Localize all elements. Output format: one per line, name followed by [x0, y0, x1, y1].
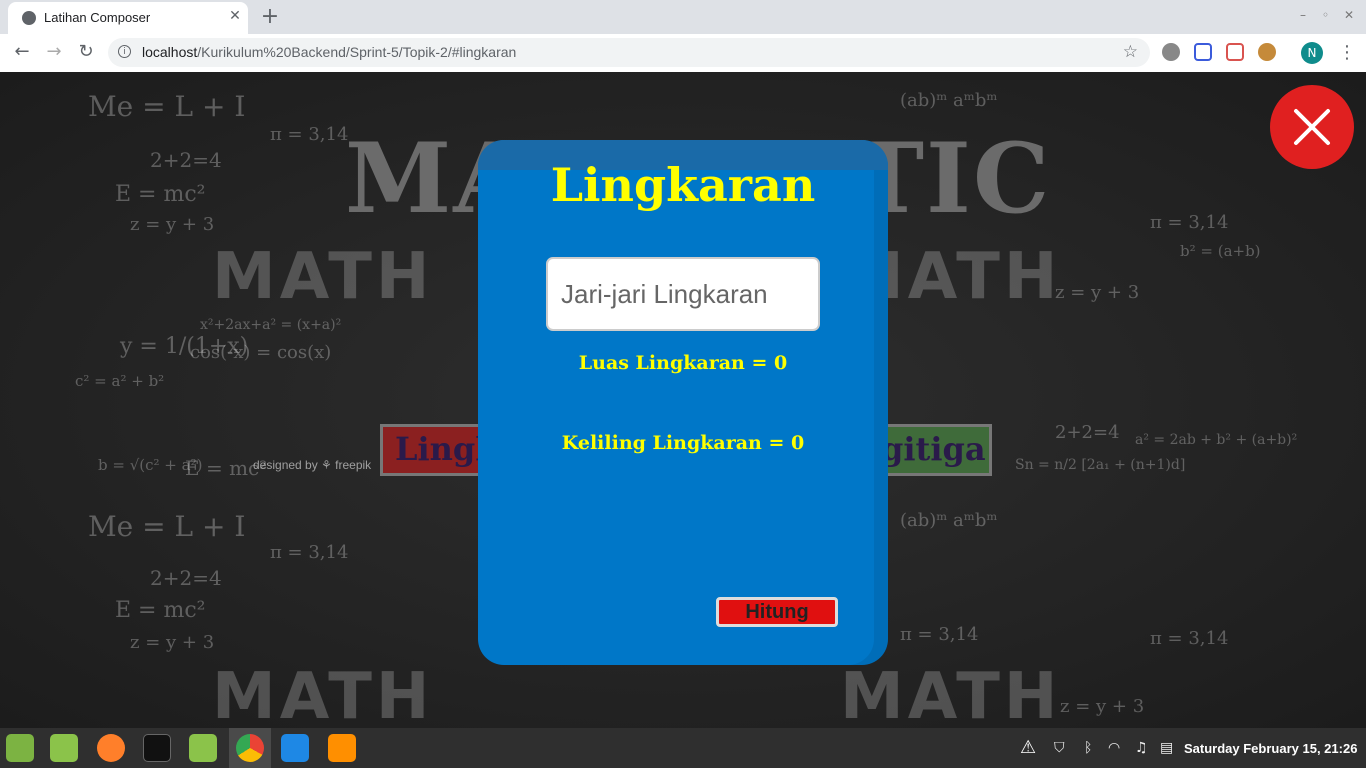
shield-icon[interactable]: ⛉	[1054, 740, 1065, 756]
modal-title: Lingkaran	[550, 158, 816, 212]
chalk-decoration: b² = (a+b)	[1180, 242, 1261, 260]
segitiga-menu-button[interactable]: gitiga	[870, 424, 992, 476]
chalk-decoration: 2+2=4	[150, 148, 222, 172]
area-result: Luas Lingkaran = 0	[578, 352, 788, 374]
clock[interactable]: Saturday February 15, 21:26	[1184, 741, 1357, 756]
show-desktop-icon[interactable]	[50, 734, 78, 762]
chalk-decoration: 2+2=4	[150, 566, 222, 590]
math-watermark: MATH	[212, 660, 434, 728]
chalk-decoration: π = 3,14	[270, 124, 349, 145]
radius-input[interactable]	[546, 257, 820, 331]
chalk-decoration: z = y + 3	[130, 214, 215, 235]
circumference-result: Keliling Lingkaran = 0	[561, 432, 805, 454]
page-background: Me = L + I π = 3,14 2+2=4 E = mc² z = y …	[0, 72, 1366, 728]
chalk-decoration: c² = a² + b²	[75, 372, 165, 390]
chalk-decoration: Sn = n/2 [2a₁ + (n+1)d]	[1015, 457, 1186, 473]
files-icon[interactable]	[189, 734, 217, 762]
chalk-decoration: 2+2=4	[1055, 422, 1120, 443]
tab-bar: Latihan Composer ✕ + – ◦ ✕	[0, 0, 1366, 34]
url-path: /Kurikulum%20Backend/Sprint-5/Topik-2/#l…	[197, 44, 517, 60]
firefox-icon[interactable]	[97, 734, 125, 762]
bluetooth-icon[interactable]: ᛒ	[1084, 740, 1092, 756]
url-text[interactable]: localhost/Kurikulum%20Backend/Sprint-5/T…	[142, 44, 516, 60]
extension-cookie-icon[interactable]	[1258, 43, 1276, 61]
chalk-decoration: Me = L + I	[88, 90, 246, 123]
chalk-decoration: z = y + 3	[1060, 696, 1145, 717]
tab-title: Latihan Composer	[44, 10, 151, 25]
wifi-icon[interactable]: ◠	[1108, 740, 1120, 756]
minimize-icon[interactable]: –	[1300, 8, 1306, 22]
chalk-decoration: a² = 2ab + b² + (a+b)²	[1135, 432, 1298, 448]
new-tab-button[interactable]: +	[258, 4, 282, 29]
media-player-icon[interactable]	[328, 734, 356, 762]
url-host: localhost	[142, 44, 198, 60]
chalk-decoration: z = y + 3	[130, 632, 215, 653]
warning-icon[interactable]: ⚠	[1020, 737, 1036, 758]
sound-icon[interactable]: ♫	[1135, 740, 1148, 756]
bookmark-star-icon[interactable]: ☆	[1123, 42, 1138, 62]
address-bar[interactable]: i localhost/Kurikulum%20Backend/Sprint-5…	[108, 38, 1150, 67]
tab-close-icon[interactable]: ✕	[226, 8, 244, 24]
math-watermark: MATH	[212, 240, 434, 314]
chalk-decoration: Me = L + I	[88, 510, 246, 543]
chalk-decoration: z = y + 3	[1055, 282, 1140, 303]
chalk-decoration: π = 3,14	[270, 542, 349, 563]
maximize-icon[interactable]: ◦	[1322, 8, 1329, 22]
chalk-decoration: π = 3,14	[1150, 212, 1229, 233]
chalk-decoration: cos(-x) = cos(x)	[190, 342, 332, 363]
clipboard-icon[interactable]: ▤	[1160, 740, 1173, 756]
lingkaran-menu-button[interactable]: Lingk	[380, 424, 490, 476]
reload-icon[interactable]: ↻	[74, 41, 98, 62]
close-icon	[1294, 109, 1330, 145]
extension-window-icon[interactable]	[1226, 43, 1244, 61]
chrome-icon[interactable]	[236, 734, 264, 762]
chalk-decoration: π = 3,14	[1150, 628, 1229, 649]
window-close-icon[interactable]: ✕	[1344, 8, 1354, 22]
chalk-decoration: (ab)ᵐ aᵐbᵐ	[900, 510, 998, 531]
close-modal-button[interactable]	[1270, 85, 1354, 169]
chalk-decoration: E = mc²	[115, 182, 206, 207]
chalk-decoration: x²+2ax+a² = (x+a)²	[200, 317, 342, 333]
hitung-button[interactable]: Hitung	[716, 597, 838, 627]
vscode-icon[interactable]	[281, 734, 309, 762]
chalk-decoration: (ab)ᵐ aᵐbᵐ	[900, 90, 998, 111]
browser-tab[interactable]: Latihan Composer ✕	[8, 2, 248, 34]
info-icon[interactable]: i	[118, 45, 131, 58]
freepik-credit: designed by ⚘ freepik	[253, 458, 372, 472]
taskbar: ⚠ ⛉ ᛒ ◠ ♫ ▤ Saturday February 15, 21:26	[0, 728, 1366, 768]
chalk-decoration: E = mc²	[115, 598, 206, 623]
extension-gear-icon[interactable]	[1162, 43, 1180, 61]
math-watermark: MATH	[840, 660, 1062, 728]
terminal-icon[interactable]	[143, 734, 171, 762]
extension-grid-icon[interactable]	[1194, 43, 1212, 61]
chalk-decoration: π = 3,14	[900, 624, 979, 645]
menu-kebab-icon[interactable]: ⋮	[1338, 42, 1356, 63]
browser-toolbar: ← → ↻ i localhost/Kurikulum%20Backend/Sp…	[0, 34, 1366, 73]
mint-menu-icon[interactable]	[6, 734, 34, 762]
globe-icon	[22, 11, 36, 25]
back-arrow-icon[interactable]: ←	[10, 41, 34, 62]
lingkaran-modal: Lingkaran Luas Lingkaran = 0 Keliling Li…	[478, 140, 888, 665]
profile-avatar[interactable]: N	[1301, 42, 1323, 64]
forward-arrow-icon[interactable]: →	[42, 41, 66, 62]
